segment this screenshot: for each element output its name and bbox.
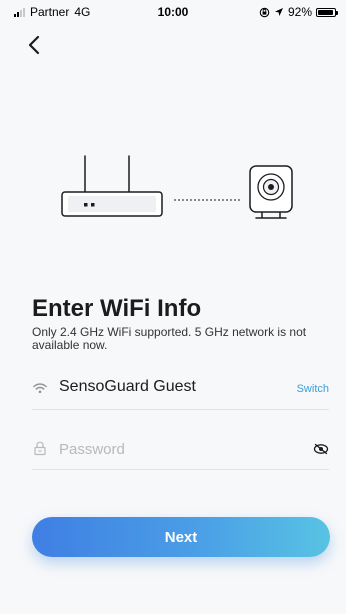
status-right: 92% [259,5,338,19]
wifi-ssid-name: SensoGuard Guest [59,378,196,395]
status-bar: Partner 4G 10:00 92% [0,0,346,22]
location-arrow-icon [274,8,283,16]
battery-level-fill [318,9,333,15]
next-button[interactable]: Next [32,517,330,557]
orientation-lock-icon [259,7,270,17]
camera-icon [249,165,293,219]
device-pairing-illustration [61,155,293,219]
password-input[interactable] [59,438,299,460]
chevron-left-icon [28,35,40,55]
wifi-password-field [32,432,329,470]
page-subtitle: Only 2.4 GHz WiFi supported. 5 GHz netwo… [32,325,307,352]
battery-icon [316,7,338,17]
router-icon [61,155,163,217]
switch-network-link[interactable]: Switch [297,383,329,395]
page-title: Enter WiFi Info [32,295,202,322]
lock-icon [34,441,46,456]
wifi-ssid-field: SensoGuard Guest Switch [32,372,329,410]
wifi-icon [33,383,47,394]
eye-toggle-icon[interactable] [313,441,329,457]
back-button[interactable] [26,34,46,56]
battery-percent: 92% [287,5,312,19]
